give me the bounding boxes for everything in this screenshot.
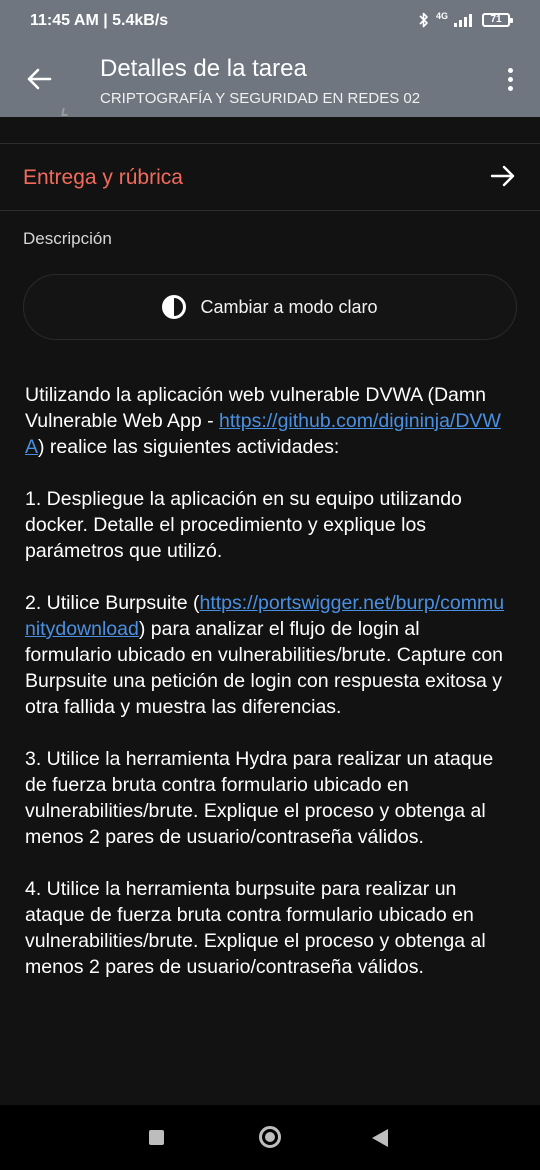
app-bar: Detalles de la tarea CRIPTOGRAFÍA Y SEGU… — [0, 40, 540, 117]
status-bar: 11:45 AM | 5.4kB/s 4G 71 — [0, 0, 540, 40]
system-back-button[interactable] — [372, 1129, 388, 1147]
more-vert-icon-dot — [507, 85, 513, 91]
toggle-light-mode-button[interactable]: Cambiar a modo claro — [23, 274, 517, 340]
recents-button[interactable] — [149, 1130, 164, 1145]
toggle-light-mode-label: Cambiar a modo claro — [200, 296, 378, 317]
arrow-left-icon — [27, 68, 52, 90]
scrolled-text-fragment — [22, 108, 82, 118]
description-paragraph: 2. Utilice Burpsuite (https://portswigge… — [25, 590, 511, 720]
description-content: Utilizando la aplicación web vulnerable … — [25, 382, 511, 1006]
course-subtitle: CRIPTOGRAFÍA Y SEGURIDAD EN REDES 02 — [100, 90, 421, 107]
arrow-right-icon — [490, 165, 515, 187]
system-nav-bar — [0, 1105, 540, 1170]
status-time: 11:45 AM | 5.4kB/s — [30, 12, 169, 29]
description-paragraph: Utilizando la aplicación web vulnerable … — [25, 382, 511, 460]
status-icons: 4G 71 — [418, 10, 513, 28]
bluetooth-icon — [419, 12, 428, 28]
paragraph-text: ) realice las siguientes actividades: — [38, 436, 340, 458]
entrega-rubrica-label: Entrega y rúbrica — [23, 166, 183, 189]
page-title: Detalles de la tarea — [100, 55, 307, 82]
description-label: Descripción — [23, 229, 112, 248]
battery-icon: 71 — [482, 13, 513, 27]
more-vert-icon-dot — [507, 67, 513, 73]
divider — [0, 210, 540, 211]
description-paragraph: 4. Utilice la herramienta burpsuite para… — [25, 878, 486, 978]
contrast-icon — [162, 295, 187, 319]
description-paragraph: 1. Despliegue la aplicación en su equipo… — [25, 488, 462, 562]
back-button[interactable] — [20, 60, 58, 98]
description-paragraph: 3. Utilice la herramienta Hydra para rea… — [25, 748, 494, 848]
entrega-rubrica-row[interactable]: Entrega y rúbrica — [0, 144, 540, 210]
more-options-button[interactable] — [498, 62, 522, 96]
paragraph-text: 2. Utilice Burpsuite ( — [25, 592, 200, 614]
home-button[interactable] — [259, 1126, 281, 1148]
more-vert-icon-dot — [507, 76, 513, 82]
network-label: 4G — [435, 10, 448, 21]
signal-icon — [454, 14, 472, 27]
